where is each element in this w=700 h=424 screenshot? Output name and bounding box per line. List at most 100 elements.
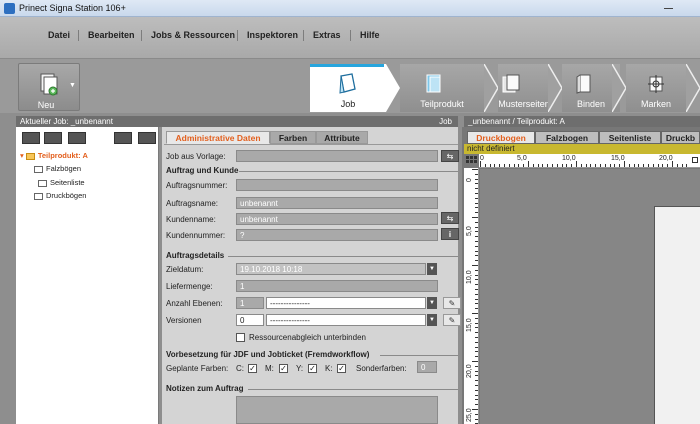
- tab-administrative-daten[interactable]: Administrative Daten: [166, 131, 270, 144]
- ruler-tick: [472, 217, 478, 218]
- ruler-tick: [475, 351, 478, 353]
- menu-separator: [350, 30, 351, 41]
- quantity-input[interactable]: 1: [236, 280, 438, 292]
- tree-item-druckboegen[interactable]: Druckbögen: [34, 191, 86, 200]
- minimize-button[interactable]: [660, 0, 700, 17]
- more-button[interactable]: [68, 132, 86, 144]
- levels-dropdown-icon[interactable]: ▼: [427, 297, 437, 309]
- order-name-input[interactable]: unbenannt: [236, 197, 438, 209]
- menu-extras[interactable]: Extras: [313, 30, 341, 40]
- ruler-tick: [609, 164, 611, 167]
- versions-select[interactable]: ---------------: [266, 314, 426, 326]
- workflow-step-marken[interactable]: Marken: [626, 64, 686, 112]
- ruler-tick: [475, 226, 478, 228]
- ruler-tick: [475, 404, 478, 406]
- ruler-tick: [633, 164, 635, 167]
- ruler-tick: [489, 164, 491, 167]
- quantity-label: Liefermenge:: [166, 282, 213, 291]
- notes-textarea[interactable]: [236, 396, 438, 424]
- color-k-checkbox[interactable]: ✓: [337, 364, 346, 373]
- press-sheet[interactable]: [654, 206, 700, 424]
- workflow-step-musterseiten[interactable]: Musterseiten: [470, 64, 550, 112]
- tab-attribute[interactable]: Attribute: [316, 131, 368, 144]
- job-template-field[interactable]: [236, 150, 438, 162]
- order-number-input[interactable]: [236, 179, 438, 191]
- menu-separator: [303, 30, 304, 41]
- ruler-tick: [475, 380, 478, 382]
- tree-item-teilprodukt[interactable]: ▾ Teilprodukt: A: [20, 151, 88, 160]
- window-title-bar: Prinect Signa Station 106+: [0, 0, 700, 17]
- menu-separator: [78, 30, 79, 41]
- ruler-tick: [561, 164, 563, 167]
- ruler-tick: [475, 241, 478, 242]
- levels-select[interactable]: ---------------: [266, 297, 426, 309]
- edit-versions-icon[interactable]: ✎: [443, 314, 461, 326]
- chevron-down-icon[interactable]: ▼: [69, 82, 76, 89]
- ruler-tick: [542, 164, 544, 167]
- customer-name-label: Kundenname:: [166, 215, 216, 224]
- ruler-tick: [475, 202, 478, 204]
- edit-levels-icon[interactable]: ✎: [443, 297, 461, 309]
- ruler-tick: [475, 212, 478, 214]
- tree-item-falzboegen[interactable]: Falzbögen: [34, 164, 81, 173]
- ruler-tick: [475, 370, 478, 372]
- versions-input[interactable]: 0: [236, 314, 264, 326]
- color-m-checkbox[interactable]: ✓: [279, 364, 288, 373]
- due-date-dropdown-icon[interactable]: ▼: [427, 263, 437, 275]
- ruler-tick: [585, 164, 587, 167]
- ruler-tick: [638, 164, 640, 167]
- ruler-tick: [499, 164, 501, 167]
- pin-button[interactable]: [138, 132, 156, 144]
- color-y-checkbox[interactable]: ✓: [308, 364, 317, 373]
- ruler-tick: [576, 161, 577, 167]
- order-name-label: Auftragsname:: [166, 199, 219, 208]
- color-k-label: K:: [325, 364, 333, 373]
- customer-number-label: Kundennummer:: [166, 231, 226, 240]
- levels-input[interactable]: 1: [236, 297, 264, 309]
- tree-item-seitenliste[interactable]: Seitenliste: [38, 178, 85, 187]
- menu-jobs-ressourcen[interactable]: Jobs & Ressourcen: [151, 30, 235, 40]
- ruler-tick: [475, 394, 478, 396]
- customer-lookup-button[interactable]: ⇆: [441, 212, 459, 224]
- customer-number-input[interactable]: ?: [236, 229, 438, 241]
- ruler-tick: [475, 178, 478, 180]
- ruler-tick: [652, 164, 654, 167]
- menu-hilfe[interactable]: Hilfe: [360, 30, 380, 40]
- ruler-tick: [475, 389, 478, 391]
- ruler-tick: [475, 183, 478, 185]
- tab-druckboegen[interactable]: Druckb: [661, 131, 700, 144]
- print-button[interactable]: [44, 132, 62, 144]
- ruler-tick: [475, 279, 478, 281]
- new-part-button[interactable]: [22, 132, 40, 144]
- new-button[interactable]: ▼ Neu: [18, 63, 80, 111]
- ruler-tick: [619, 164, 621, 167]
- grid-toggle-icon[interactable]: [466, 156, 478, 166]
- customer-name-input[interactable]: unbenannt: [236, 213, 438, 225]
- workflow-step-job[interactable]: Job: [310, 64, 386, 112]
- master-pages-icon: [502, 74, 520, 93]
- menu-datei[interactable]: Datei: [48, 30, 70, 40]
- ruler-tick: [475, 207, 478, 209]
- ruler-tick: [475, 197, 478, 199]
- spot-colors-input[interactable]: 0: [417, 361, 437, 373]
- menu-inspektoren[interactable]: Inspektoren: [247, 30, 298, 40]
- menu-bearbeiten[interactable]: Bearbeiten: [88, 30, 135, 40]
- ruler-tick: [475, 293, 478, 295]
- tab-farben[interactable]: Farben: [270, 131, 316, 144]
- tab-falzbogen[interactable]: Falzbogen: [535, 131, 599, 144]
- forward-button[interactable]: [114, 132, 132, 144]
- ruler-tick: [672, 161, 673, 167]
- tab-seitenliste[interactable]: Seitenliste: [599, 131, 661, 144]
- template-button[interactable]: ⇆: [441, 150, 459, 162]
- ruler-tick: [513, 164, 515, 167]
- info-icon[interactable]: i: [441, 228, 459, 240]
- expand-icon[interactable]: ▾: [20, 151, 24, 160]
- due-date-input[interactable]: 19.10.2018 10:18: [236, 263, 426, 275]
- ruler-tick: [475, 289, 478, 290]
- versions-dropdown-icon[interactable]: ▼: [427, 314, 437, 326]
- color-c-checkbox[interactable]: ✓: [248, 364, 257, 373]
- ruler-tick: [552, 164, 553, 167]
- tab-druckbogen[interactable]: Druckbogen: [467, 131, 535, 144]
- menu-separator: [237, 30, 238, 41]
- resource-sync-checkbox[interactable]: [236, 333, 245, 342]
